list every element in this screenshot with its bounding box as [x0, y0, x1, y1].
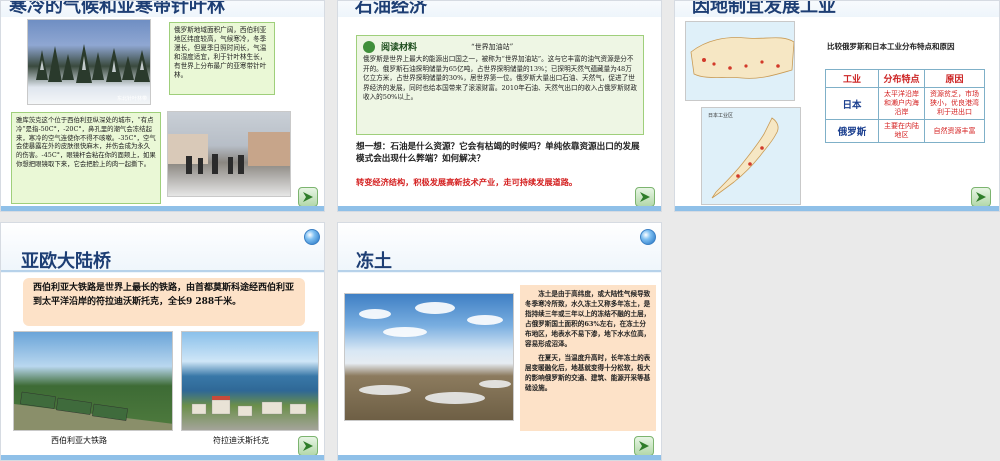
question-text: 想一想：石油是什么资源？它会有枯竭的时候吗？单纯依靠资源出口的发展模式会出现什么… [356, 142, 640, 164]
table-header-cell: 工业 [825, 69, 879, 88]
railway-text: 西伯利亚大铁路是世界上最长的铁路，由首都莫斯科途经西伯利亚到太平洋沿岸的符拉迪沃… [33, 283, 295, 307]
japan-industry-map: 日本工业区 [701, 107, 801, 205]
globe-icon [304, 229, 320, 245]
permafrost-text-1: 冻土是由于高纬度，或大陆性气候导致冬季寒冷所致，水久冻土又称多年冻土，是指持续三… [525, 290, 651, 348]
market-scene [168, 132, 290, 174]
reading-header: 阅读材料 “世界加油站” [363, 40, 637, 53]
slide-5[interactable]: 冻土 冻土是由于高纬度，或大陆性气候导致冬季寒冷所致，水久冻土又称多年冻土，是指… [337, 222, 662, 461]
text-box-top: 俄罗斯地域面积广阔，西伯利亚地区纬度较高，气候寒冷，冬季漫长，但夏季日照时间长，… [169, 22, 275, 95]
arrow-icon [639, 441, 649, 451]
russia-map-shape [690, 37, 794, 79]
photo-watermark: 东北针叶林带 [116, 96, 147, 102]
nav-next-button[interactable] [298, 187, 318, 207]
russia-industry-map [685, 21, 795, 101]
map-label: 日本工业区 [708, 113, 734, 119]
permafrost-photo [344, 293, 514, 421]
table-cell: 资源贫乏，市场狭小，优良港湾利于进出口 [924, 87, 985, 120]
reading-label: 阅读材料 [381, 43, 418, 53]
nav-next-button[interactable] [634, 436, 654, 456]
table-cell: 自然资源丰富 [924, 119, 985, 143]
footer-bar [338, 206, 661, 211]
slide-4[interactable]: 亚欧大陆桥 西伯利亚大铁路是世界上最长的铁路，由首都莫斯科途经西伯利亚到太平洋沿… [0, 222, 325, 461]
answer-text: 转变经济结构，积极发展高新技术产业，走可持续发展道路。 [356, 177, 578, 187]
caption-left: 西伯利亚大铁路 [51, 436, 107, 445]
slide-3[interactable]: 因地制宜发展工业 日本工业区 比较俄罗斯和日本工业分布特点和原因 工业 分布特点… [674, 0, 1000, 212]
permafrost-text-2: 在夏天，当温度升高时，长年冻土的表层变暖融化后，地基就变得十分松软，极大的影响俄… [525, 354, 651, 392]
slide-title: 石油经济 [355, 0, 427, 17]
slide-2[interactable]: 石油经济 阅读材料 “世界加油站” 俄罗斯是世界上最大的能源出口国之一，被称为“… [337, 0, 662, 212]
arrow-icon [976, 192, 986, 202]
nav-next-button[interactable] [298, 436, 318, 456]
japan-map-shape [711, 117, 779, 199]
footer-bar [338, 455, 661, 460]
compare-prompt: 比较俄罗斯和日本工业分布特点和原因 [827, 42, 955, 51]
slide-title: 因地制宜发展工业 [692, 0, 836, 17]
footer-bar [675, 206, 999, 211]
city-scene [191, 396, 307, 417]
reading-subtitle: “世界加油站” [471, 42, 514, 51]
table-header-row: 工业 分布特点 原因 [825, 69, 985, 88]
arrow-icon [640, 192, 650, 202]
table-row: 俄罗斯 主要在内陆地区 自然资源丰富 [825, 119, 985, 143]
nav-next-button[interactable] [635, 187, 655, 207]
vladivostok-photo [181, 331, 319, 431]
train-scene [14, 391, 172, 430]
market-photo [167, 111, 291, 197]
row-label: 俄罗斯 [825, 119, 879, 143]
nav-next-button[interactable] [971, 187, 991, 207]
caption-right: 符拉迪沃斯托克 [213, 436, 269, 445]
permafrost-text-box: 冻土是由于高纬度，或大陆性气候导致冬季寒冷所致，水久冻土又称多年冻土，是指持续三… [520, 285, 656, 431]
footer-bar [1, 455, 324, 460]
arrow-icon [303, 192, 313, 202]
footer-bar [1, 206, 324, 211]
slide-1[interactable]: 寒冷的气候和亚寒带针叶林 东北针叶林带 俄罗斯地域面积广阔，西伯利亚地区纬度较高… [0, 0, 325, 212]
arrow-icon [303, 441, 313, 451]
tundra-scene [359, 302, 511, 404]
compare-table: 工业 分布特点 原因 日本 太平洋沿岸和濑户内海沿岸 资源贫乏，市场狭小，优良港… [825, 69, 985, 143]
railway-photo [13, 331, 173, 431]
slide-title: 寒冷的气候和亚寒带针叶林 [9, 0, 225, 17]
title-underline [338, 270, 661, 272]
book-icon [363, 40, 375, 53]
reading-box: 阅读材料 “世界加油站” 俄罗斯是世界上最大的能源出口国之一，被称为“世界加油站… [356, 35, 644, 135]
table-header-cell: 原因 [924, 69, 985, 88]
railway-text-box: 西伯利亚大铁路是世界上最长的铁路，由首都莫斯科途经西伯利亚到太平洋沿岸的符拉迪沃… [23, 278, 305, 326]
forest-photo: 东北针叶林带 [27, 19, 151, 105]
table-header-cell: 分布特点 [878, 69, 925, 88]
row-label: 日本 [825, 87, 879, 120]
title-underline [1, 270, 324, 272]
forest-trees [36, 44, 150, 83]
reading-text: 俄罗斯是世界上最大的能源出口国之一，被称为“世界加油站”。这与它丰富的油气资源是… [363, 55, 637, 102]
table-cell: 主要在内陆地区 [878, 119, 925, 143]
globe-icon [640, 229, 656, 245]
text-box-bottom: 雅库茨克这个位于西伯利亚纵深处的城市，“有点冷”是指-50C°，-20C°，鼻孔… [11, 112, 161, 204]
table-cell: 太平洋沿岸和濑户内海沿岸 [878, 87, 925, 120]
table-row: 日本 太平洋沿岸和濑户内海沿岸 资源贫乏，市场狭小，优良港湾利于进出口 [825, 87, 985, 120]
